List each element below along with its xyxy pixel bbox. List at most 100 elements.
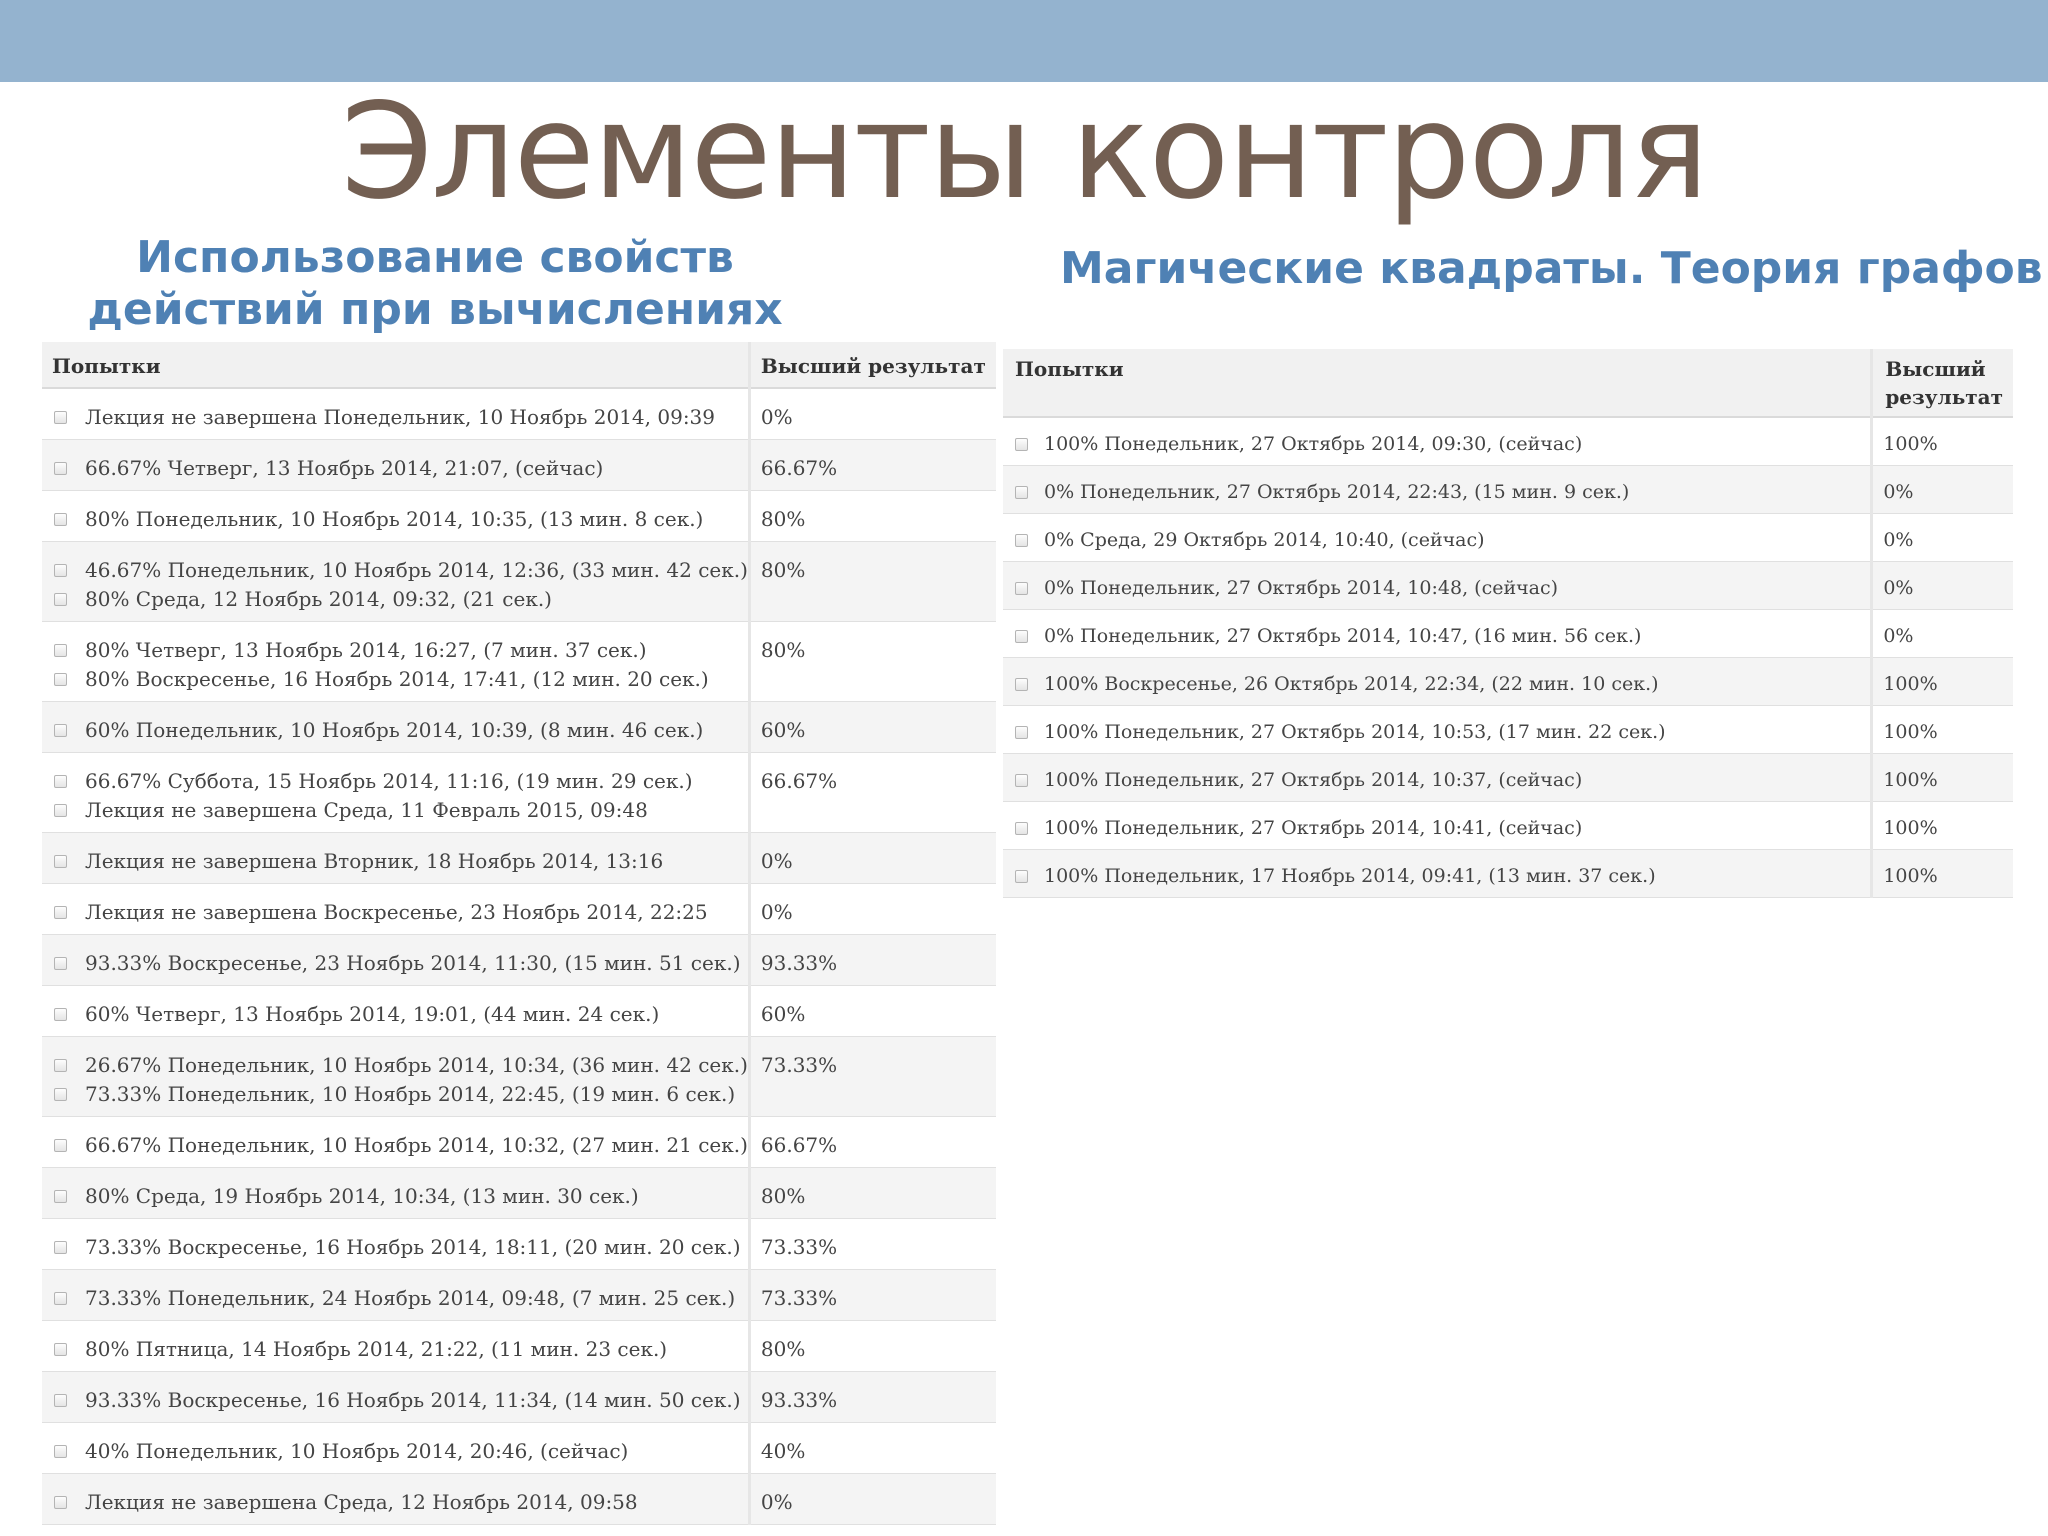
attempt-entry: Лекция не завершена Вторник, 18 Ноябрь 2… — [54, 847, 748, 876]
best-result-cell: 0% — [1870, 513, 2013, 562]
attempts-cell: 0% Понедельник, 27 Октябрь 2014, 22:43, … — [1003, 465, 1872, 514]
attempt-checkbox[interactable] — [54, 1342, 67, 1356]
attempt-text: Лекция не завершена Среда, 12 Ноябрь 201… — [85, 1489, 638, 1514]
attempt-checkbox[interactable] — [54, 803, 67, 817]
attempt-checkbox[interactable] — [1015, 438, 1028, 451]
attempt-checkbox[interactable] — [54, 592, 67, 606]
attempt-checkbox[interactable] — [1015, 725, 1028, 739]
attempt-entry: 100% Понедельник, 27 Октябрь 2014, 10:53… — [1015, 718, 1870, 747]
attempt-entry: 60% Четверг, 13 Ноябрь 2014, 19:01, (44 … — [54, 1000, 748, 1029]
best-result-value: 60% — [760, 717, 806, 742]
attempt-checkbox[interactable] — [1015, 581, 1028, 595]
attempts-cell: 80% Пятница, 14 Ноябрь 2014, 21:22, (11 … — [42, 1320, 750, 1372]
table-row: 100% Понедельник, 27 Октябрь 2014, 10:53… — [1003, 705, 2013, 754]
attempt-text: 66.67% Четверг, 13 Ноябрь 2014, 21:07, (… — [85, 455, 604, 480]
attempt-entry: 93.33% Воскресенье, 16 Ноябрь 2014, 11:3… — [54, 1386, 748, 1415]
attempt-checkbox[interactable] — [54, 1393, 67, 1407]
best-result-value: 80% — [760, 1336, 806, 1361]
left-attempts-table: Попытки Высший результат Лекция не завер… — [42, 342, 996, 1525]
table-row: 100% Понедельник, 27 Октябрь 2014, 09:30… — [1003, 417, 2013, 466]
attempts-cell: 80% Четверг, 13 Ноябрь 2014, 16:27, (7 м… — [42, 621, 750, 702]
attempts-cell: 60% Понедельник, 10 Ноябрь 2014, 10:39, … — [42, 701, 750, 753]
attempt-text: 66.67% Понедельник, 10 Ноябрь 2014, 10:3… — [85, 1132, 748, 1157]
attempt-entry: 0% Понедельник, 27 Октябрь 2014, 10:47, … — [1015, 622, 1870, 651]
right-section-title: Магические квадраты. Теория графов — [1060, 243, 2043, 294]
attempt-text: 0% Понедельник, 27 Октябрь 2014, 22:43, … — [1044, 480, 1630, 503]
attempts-column-header: Попытки — [1003, 349, 1872, 418]
attempt-checkbox[interactable] — [54, 1291, 67, 1305]
table-row: 100% Понедельник, 17 Ноябрь 2014, 09:41,… — [1003, 849, 2013, 898]
attempt-checkbox[interactable] — [54, 1007, 67, 1021]
attempts-cell: Лекция не завершена Воскресенье, 23 Нояб… — [42, 883, 750, 935]
attempt-text: 26.67% Понедельник, 10 Ноябрь 2014, 10:3… — [85, 1052, 748, 1077]
attempt-checkbox[interactable] — [54, 672, 67, 686]
attempts-cell: 66.67% Четверг, 13 Ноябрь 2014, 21:07, (… — [42, 439, 750, 491]
attempt-checkbox[interactable] — [54, 411, 67, 424]
attempt-checkbox[interactable] — [54, 1444, 67, 1458]
best-result-cell: 66.67% — [747, 439, 996, 491]
attempts-cell: 100% Воскресенье, 26 Октябрь 2014, 22:34… — [1003, 657, 1872, 706]
attempt-checkbox[interactable] — [54, 905, 67, 919]
attempt-checkbox[interactable] — [54, 1087, 67, 1101]
table-row: 0% Среда, 29 Октябрь 2014, 10:40, (сейча… — [1003, 513, 2013, 562]
best-result-value: 93.33% — [760, 950, 838, 975]
attempts-cell: 100% Понедельник, 27 Октябрь 2014, 10:53… — [1003, 705, 1872, 754]
attempt-checkbox[interactable] — [1015, 821, 1028, 835]
attempt-checkbox[interactable] — [54, 1138, 67, 1152]
attempts-cell: 80% Понедельник, 10 Ноябрь 2014, 10:35, … — [42, 490, 750, 542]
attempt-text: 0% Понедельник, 27 Октябрь 2014, 10:47, … — [1044, 624, 1642, 647]
table-row: 0% Понедельник, 27 Октябрь 2014, 10:48, … — [1003, 561, 2013, 610]
best-result-value: 0% — [1883, 576, 1914, 599]
best-result-value: 100% — [1883, 768, 1938, 791]
best-result-value: 66.67% — [760, 768, 838, 793]
right-attempts-table: Попытки Высший результат 100% Понедельни… — [1003, 349, 2013, 898]
best-result-value: 73.33% — [760, 1234, 838, 1259]
attempt-checkbox[interactable] — [54, 854, 67, 868]
attempt-checkbox[interactable] — [1015, 677, 1028, 691]
attempt-checkbox[interactable] — [54, 1189, 67, 1203]
attempt-checkbox[interactable] — [54, 1058, 67, 1072]
attempt-checkbox[interactable] — [1015, 869, 1028, 883]
attempt-checkbox[interactable] — [54, 1495, 67, 1509]
attempt-entry: 46.67% Понедельник, 10 Ноябрь 2014, 12:3… — [54, 556, 748, 585]
attempt-entry: 100% Понедельник, 27 Октябрь 2014, 10:41… — [1015, 814, 1870, 843]
table-row: 0% Понедельник, 27 Октябрь 2014, 10:47, … — [1003, 609, 2013, 658]
attempt-entry: 80% Воскресенье, 16 Ноябрь 2014, 17:41, … — [54, 665, 748, 694]
attempt-text: Лекция не завершена Понедельник, 10 Нояб… — [85, 405, 715, 429]
attempt-checkbox[interactable] — [1015, 629, 1028, 643]
attempt-text: 40% Понедельник, 10 Ноябрь 2014, 20:46, … — [85, 1438, 629, 1463]
attempt-text: Лекция не завершена Вторник, 18 Ноябрь 2… — [85, 848, 664, 873]
attempt-checkbox[interactable] — [1015, 485, 1028, 499]
attempt-checkbox[interactable] — [1015, 773, 1028, 787]
attempt-text: 80% Среда, 19 Ноябрь 2014, 10:34, (13 ми… — [85, 1183, 639, 1208]
best-result-value: 60% — [760, 1001, 806, 1026]
attempt-checkbox[interactable] — [54, 723, 67, 737]
attempt-checkbox[interactable] — [54, 643, 67, 657]
attempt-checkbox[interactable] — [54, 512, 67, 526]
attempt-entry: Лекция не завершена Воскресенье, 23 Нояб… — [54, 898, 748, 927]
attempt-checkbox[interactable] — [1015, 533, 1028, 547]
attempt-text: 46.67% Понедельник, 10 Ноябрь 2014, 12:3… — [85, 557, 748, 582]
best-result-cell: 100% — [1870, 753, 2013, 802]
attempt-entry: 100% Воскресенье, 26 Октябрь 2014, 22:34… — [1015, 670, 1870, 699]
best-result-value: 73.33% — [760, 1285, 838, 1310]
table-row: 26.67% Понедельник, 10 Ноябрь 2014, 10:3… — [42, 1036, 996, 1117]
best-result-cell: 66.67% — [747, 1116, 996, 1168]
table-row: 93.33% Воскресенье, 16 Ноябрь 2014, 11:3… — [42, 1371, 996, 1423]
attempt-checkbox[interactable] — [54, 774, 67, 788]
table-row: 73.33% Понедельник, 24 Ноябрь 2014, 09:4… — [42, 1269, 996, 1321]
attempt-entry: 100% Понедельник, 27 Октябрь 2014, 09:30… — [1015, 430, 1870, 459]
attempt-entry: Лекция не завершена Среда, 11 Февраль 20… — [54, 796, 748, 825]
attempt-checkbox[interactable] — [54, 461, 67, 475]
best-result-value: 93.33% — [760, 1387, 838, 1412]
table-row: 0% Понедельник, 27 Октябрь 2014, 22:43, … — [1003, 465, 2013, 514]
attempt-entry: 100% Понедельник, 27 Октябрь 2014, 10:37… — [1015, 766, 1870, 795]
attempt-checkbox[interactable] — [54, 956, 67, 970]
attempt-text: 100% Понедельник, 27 Октябрь 2014, 10:37… — [1044, 768, 1583, 791]
attempt-checkbox[interactable] — [54, 563, 67, 577]
attempt-text: 73.33% Понедельник, 24 Ноябрь 2014, 09:4… — [85, 1285, 736, 1310]
table-row: 46.67% Понедельник, 10 Ноябрь 2014, 12:3… — [42, 541, 996, 622]
attempts-cell: 66.67% Суббота, 15 Ноябрь 2014, 11:16, (… — [42, 752, 750, 833]
best-result-cell: 73.33% — [747, 1269, 996, 1321]
attempt-checkbox[interactable] — [54, 1240, 67, 1254]
